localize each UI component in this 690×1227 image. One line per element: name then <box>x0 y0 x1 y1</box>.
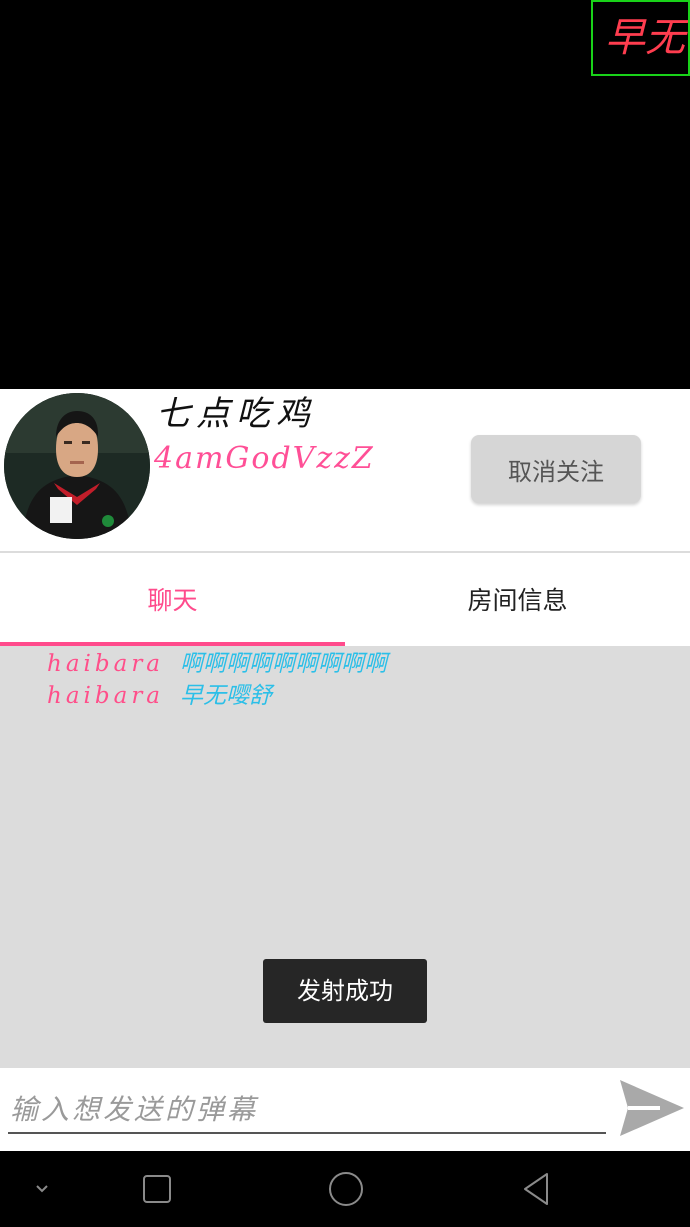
flying-danmaku: 早无 <box>591 0 690 76</box>
chat-username: haibara <box>47 651 165 677</box>
nav-back-button[interactable] <box>514 1151 558 1227</box>
streamer-card: 七点吃鸡 4amGodVzzZ 取消关注 <box>0 389 690 553</box>
nav-recents-button[interactable] <box>136 1151 178 1227</box>
danmaku-input[interactable] <box>8 1086 606 1134</box>
chat-message: haibara 早无嘤舒 <box>47 680 272 712</box>
chat-text: 啊啊啊啊啊啊啊啊啊 <box>180 651 388 677</box>
avatar-image <box>4 393 150 539</box>
send-button[interactable] <box>616 1076 688 1140</box>
streamer-name: 七点吃鸡 <box>156 394 316 434</box>
chat-list[interactable]: haibara 啊啊啊啊啊啊啊啊啊 haibara 早无嘤舒 发射成功 <box>0 646 690 1068</box>
circle-icon <box>329 1172 363 1206</box>
back-triangle-icon <box>524 1173 548 1205</box>
system-nav-bar <box>0 1151 690 1227</box>
tab-bar: 聊天 房间信息 <box>0 553 690 646</box>
tab-room-info[interactable]: 房间信息 <box>345 553 690 646</box>
video-player[interactable]: 早无 <box>0 0 690 389</box>
nav-hide-button[interactable] <box>22 1151 62 1227</box>
chat-message: haibara 啊啊啊啊啊啊啊啊啊 <box>47 648 387 680</box>
avatar[interactable] <box>4 393 150 539</box>
nav-home-button[interactable] <box>324 1151 368 1227</box>
square-icon <box>143 1175 171 1203</box>
unfollow-button[interactable]: 取消关注 <box>471 435 641 503</box>
tab-chat[interactable]: 聊天 <box>0 553 345 646</box>
chevron-down-icon <box>36 1185 48 1193</box>
streamer-id: 4amGodVzzZ <box>154 441 375 476</box>
toast-message: 发射成功 <box>263 959 427 1023</box>
danmaku-input-bar <box>0 1068 690 1151</box>
send-icon <box>620 1080 684 1136</box>
chat-username: haibara <box>47 683 165 709</box>
chat-text: 早无嘤舒 <box>180 683 273 709</box>
